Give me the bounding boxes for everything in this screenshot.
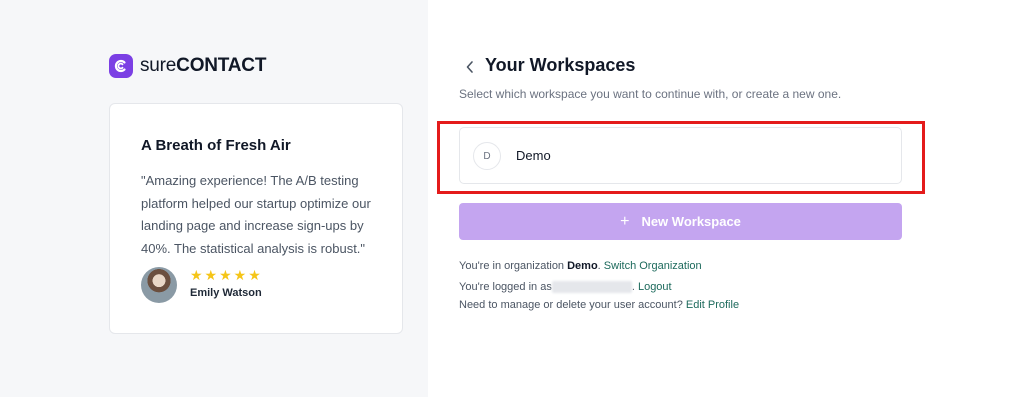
plus-icon: + — [620, 212, 630, 230]
reviewer-name: Emily Watson — [190, 287, 262, 299]
highlight-annotation — [437, 121, 925, 194]
testimonial-quote: "Amazing experience! The A/B testing pla… — [141, 173, 371, 256]
testimonial-card: A Breath of Fresh Air "Amazing experienc… — [109, 103, 403, 334]
manage-prefix: Need to manage or delete your user accou… — [459, 299, 686, 311]
brand-name-bold: CONTACT — [176, 55, 267, 76]
new-workspace-button[interactable]: + New Workspace — [459, 203, 902, 240]
login-info: You're logged in as. Logout — [459, 281, 672, 294]
testimonial-title: A Breath of Fresh Air — [141, 137, 291, 154]
left-panel: sureCONTACT A Breath of Fresh Air "Amazi… — [0, 0, 428, 397]
star-rating: ★★★★★ — [190, 267, 263, 283]
page-subtitle: Select which workspace you want to conti… — [459, 87, 842, 101]
avatar — [141, 267, 177, 303]
login-workspace-page: sureCONTACT A Breath of Fresh Air "Amazi… — [0, 0, 1024, 397]
brand-logo: sureCONTACT — [109, 54, 266, 78]
manage-account-info: Need to manage or delete your user accou… — [459, 299, 739, 311]
switch-organization-link[interactable]: Switch Organization — [604, 260, 702, 272]
brand-name-light: sure — [140, 55, 177, 76]
surecontact-logo-icon — [109, 54, 133, 78]
org-name: Demo — [567, 260, 598, 272]
new-workspace-label: New Workspace — [641, 214, 741, 229]
page-title: Your Workspaces — [485, 55, 636, 75]
logout-link[interactable]: Logout — [638, 281, 672, 293]
edit-profile-link[interactable]: Edit Profile — [686, 299, 739, 311]
brand-name: sureCONTACT — [140, 54, 266, 78]
logged-prefix: You're logged in as — [459, 281, 552, 293]
chevron-left-icon — [466, 61, 473, 73]
redacted-email — [551, 281, 632, 294]
back-button[interactable] — [462, 57, 478, 77]
organization-info: You're in organization Demo. Switch Orga… — [459, 260, 702, 272]
org-prefix: You're in organization — [459, 260, 568, 272]
